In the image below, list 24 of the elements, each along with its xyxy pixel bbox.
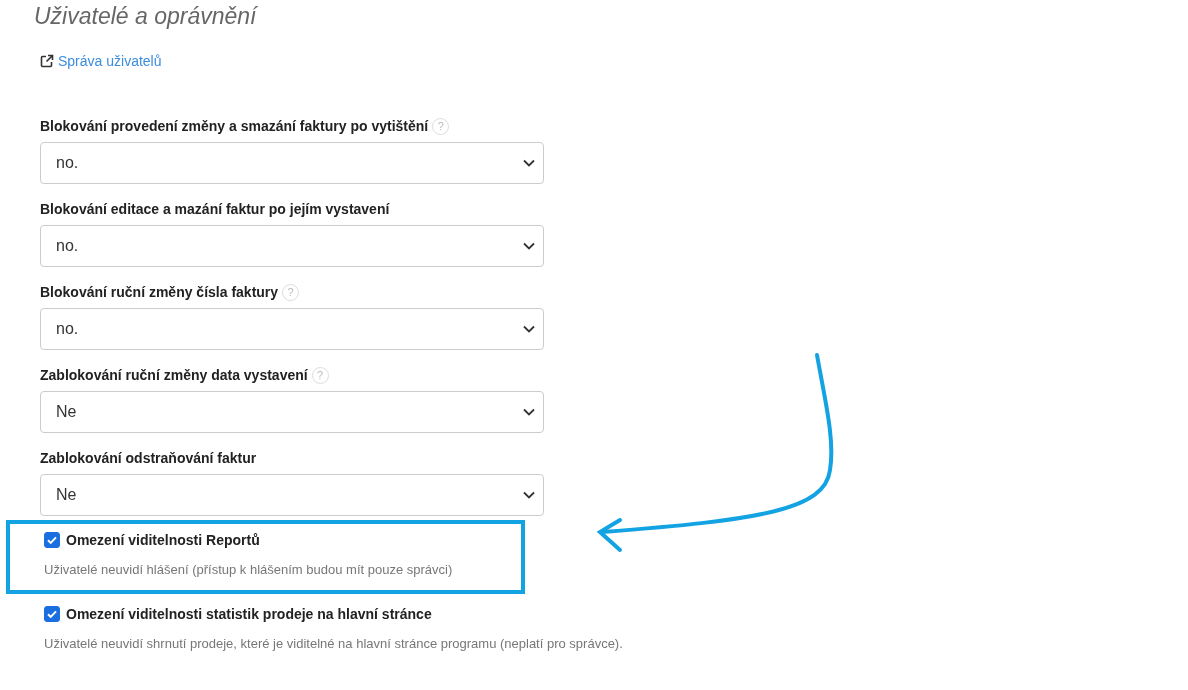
chevron-down-icon xyxy=(523,408,535,416)
chevron-down-icon xyxy=(523,159,535,167)
chevron-down-icon xyxy=(523,325,535,333)
field-label: Zablokování odstraňování faktur xyxy=(40,450,257,466)
checkbox-label: Omezení viditelnosti statistik prodeje na hlavní stránce xyxy=(66,606,432,622)
field-label: Blokování editace a mazání faktur po jejím vystavení xyxy=(40,201,390,217)
select-field[interactable]: no. xyxy=(40,142,544,184)
field-label: Zablokování ruční změny data vystavení xyxy=(40,367,308,383)
section-heading: Uživatelé a oprávnění xyxy=(34,2,259,30)
user-management-link[interactable]: Správa uživatelů xyxy=(40,53,162,69)
select-field[interactable]: Ne xyxy=(40,391,544,433)
field-label: Blokování provedení změny a smazání faktury po vytištění xyxy=(40,118,429,134)
help-text: Uživatelé neuvidí hlášení (přístup k hlášením budou mít pouze správci) xyxy=(44,562,453,578)
select-field[interactable]: Ne xyxy=(40,474,544,516)
checkbox[interactable] xyxy=(44,532,60,548)
field-label: Blokování ruční změny čísla faktury xyxy=(40,284,279,300)
chevron-down-icon xyxy=(523,242,535,250)
checkbox-label: Omezení viditelnosti Reportů xyxy=(66,532,260,548)
help-text: Uživatelé neuvidí shrnutí prodeje, které je viditelné na hlavní stránce programu (neplatí pro správce). xyxy=(44,636,623,652)
select-field[interactable]: no. xyxy=(40,225,544,267)
checkbox[interactable] xyxy=(44,606,60,622)
external-link-icon xyxy=(40,54,54,68)
chevron-down-icon xyxy=(523,491,535,499)
select-field[interactable]: no. xyxy=(40,308,544,350)
